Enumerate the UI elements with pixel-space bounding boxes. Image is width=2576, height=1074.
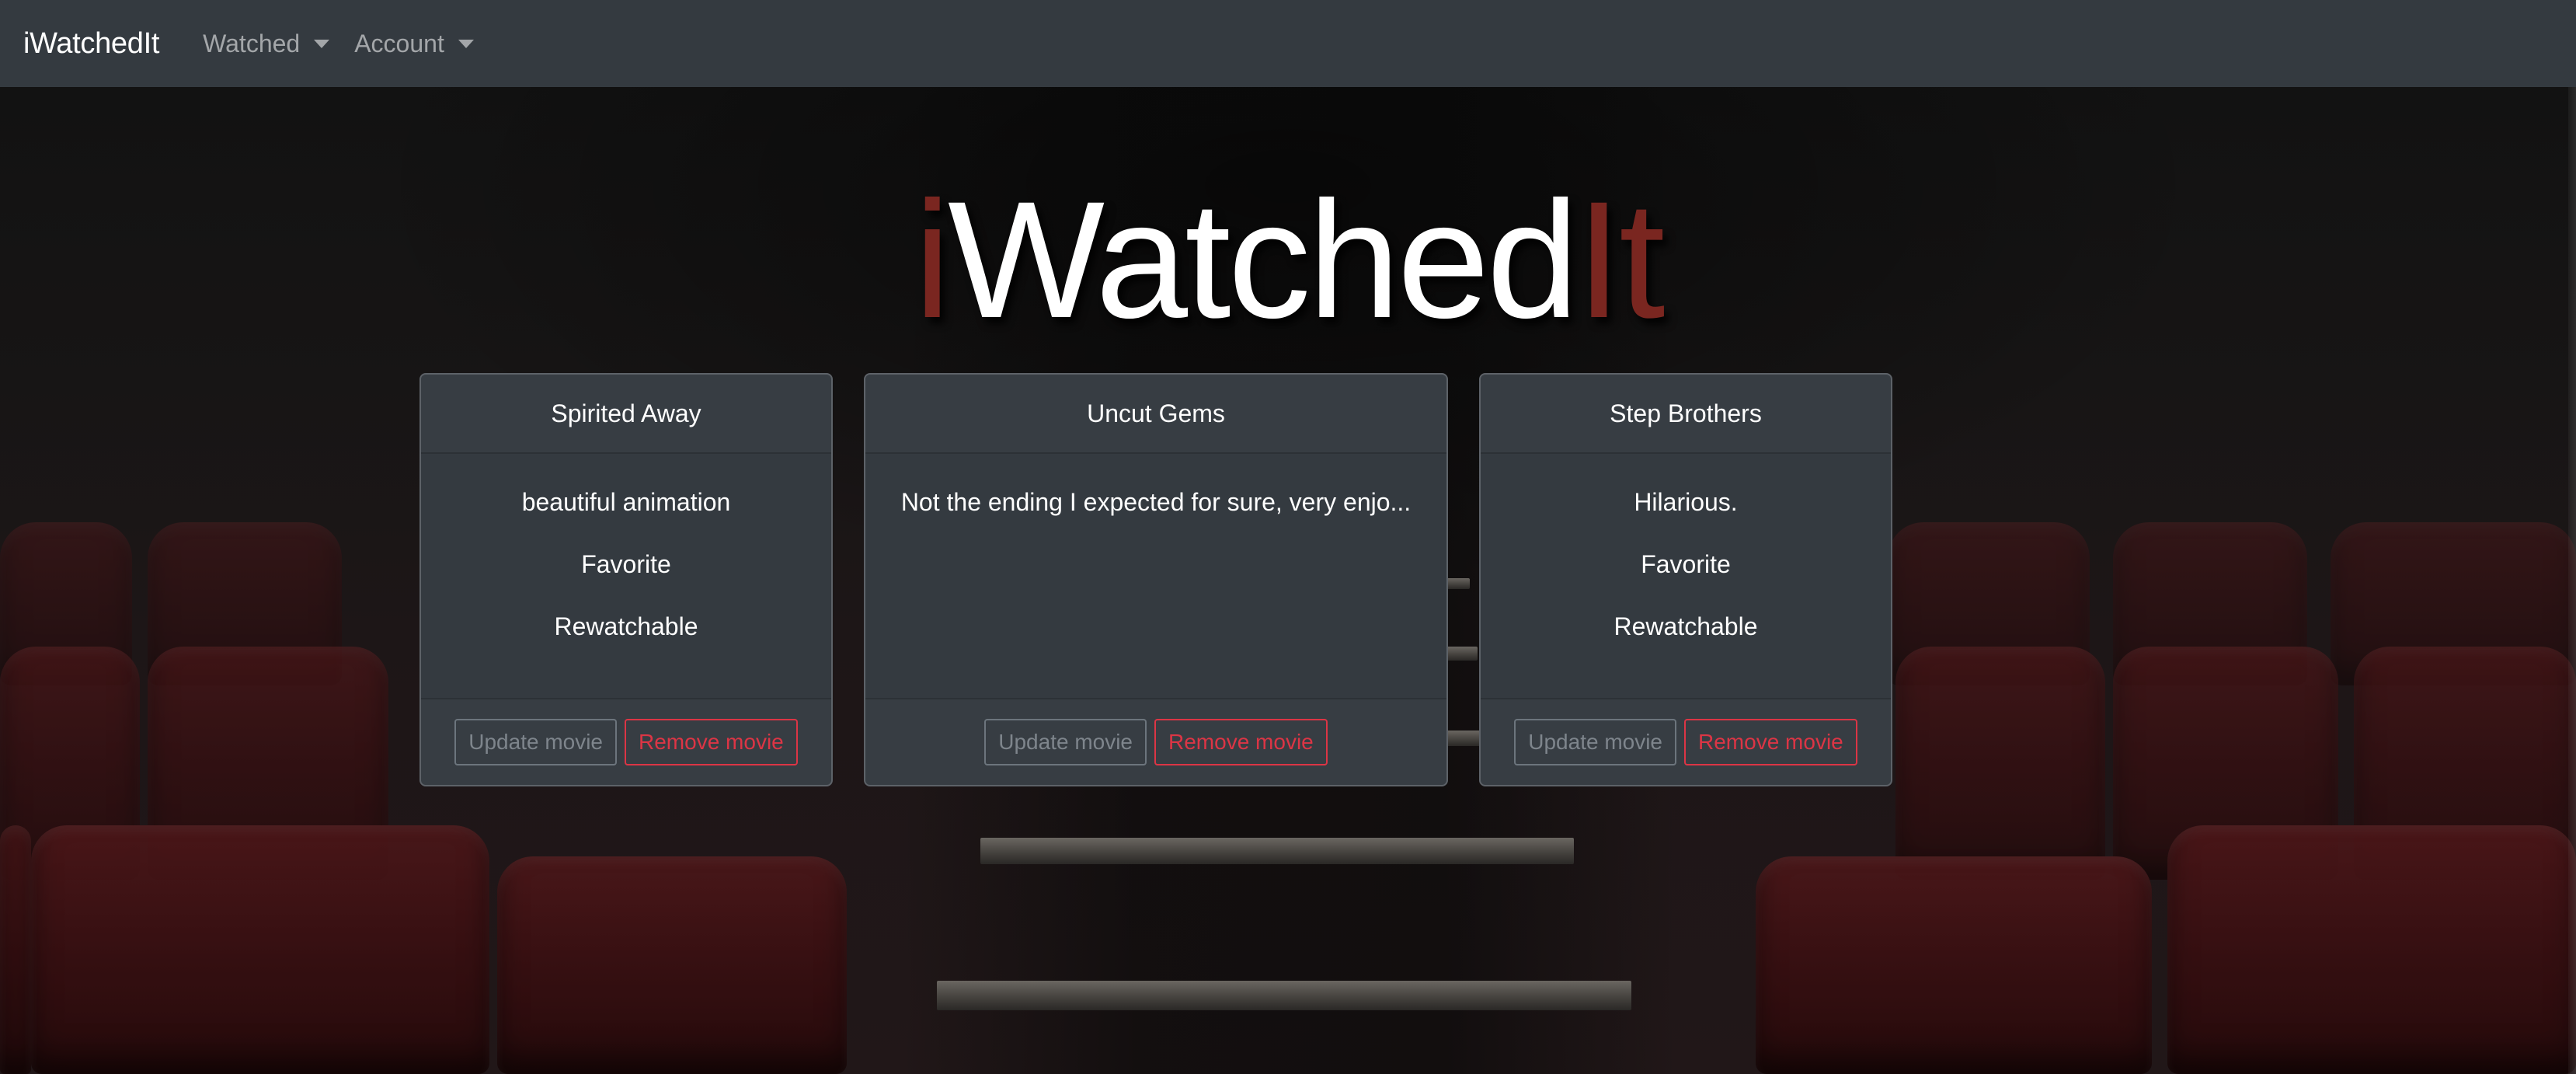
account-dropdown-toggle[interactable]: Account xyxy=(354,30,474,58)
navbar-brand-link[interactable]: iWatchedIt xyxy=(23,27,159,61)
caret-down-icon xyxy=(458,39,474,48)
movie-tag-favorite: Favorite xyxy=(1641,550,1731,578)
movie-review-text: Hilarious. xyxy=(1634,488,1738,516)
update-movie-button[interactable]: Update movie xyxy=(454,719,618,765)
movie-card-title: Step Brothers xyxy=(1481,375,1891,454)
hero-title: iWatchedIt xyxy=(0,177,2576,343)
update-movie-button[interactable]: Update movie xyxy=(1514,719,1677,765)
movie-card: Uncut Gems Not the ending I expected for… xyxy=(864,373,1448,786)
update-movie-button[interactable]: Update movie xyxy=(984,719,1147,765)
movie-tag-rewatchable: Rewatchable xyxy=(1613,612,1758,640)
movie-card-footer: Update movie Remove movie xyxy=(421,698,831,785)
aisle-step xyxy=(1446,578,1470,589)
aisle-step xyxy=(980,838,1574,864)
movie-card-title: Uncut Gems xyxy=(865,375,1446,454)
hero-title-accent-prefix: i xyxy=(914,167,951,353)
page: iWatchedIt Watched Account iWatchedIt Sp… xyxy=(0,0,2576,1074)
aisle-step xyxy=(1446,647,1478,661)
movie-card-footer: Update movie Remove movie xyxy=(865,698,1446,785)
remove-movie-button[interactable]: Remove movie xyxy=(1684,719,1857,765)
movie-tag-favorite: Favorite xyxy=(581,550,671,578)
movie-review-text: beautiful animation xyxy=(521,488,731,516)
account-dropdown-label: Account xyxy=(354,29,444,58)
page-scrollbar[interactable] xyxy=(2568,87,2576,1074)
movie-card-footer: Update movie Remove movie xyxy=(1481,698,1891,785)
hero-title-accent-suffix: It xyxy=(1575,167,1666,353)
aisle-step xyxy=(1446,731,1481,746)
movie-card-body: Hilarious. Favorite Rewatchable xyxy=(1481,454,1891,698)
navbar: iWatchedIt Watched Account xyxy=(0,0,2576,87)
watched-dropdown-toggle[interactable]: Watched xyxy=(203,29,330,58)
hero-title-middle: Watched xyxy=(948,167,1579,353)
movie-card: Spirited Away beautiful animation Favori… xyxy=(419,373,833,786)
movie-card: Step Brothers Hilarious. Favorite Rewatc… xyxy=(1479,373,1892,786)
watched-dropdown-label: Watched xyxy=(203,29,301,58)
remove-movie-button[interactable]: Remove movie xyxy=(1154,719,1328,765)
movie-card-body: Not the ending I expected for sure, very… xyxy=(865,454,1446,698)
aisle-step xyxy=(937,981,1631,1010)
movie-tag-rewatchable: Rewatchable xyxy=(554,612,698,640)
movie-card-title: Spirited Away xyxy=(421,375,831,454)
caret-down-icon xyxy=(314,39,330,48)
remove-movie-button[interactable]: Remove movie xyxy=(625,719,798,765)
movie-card-body: beautiful animation Favorite Rewatchable xyxy=(421,454,831,698)
movie-review-text: Not the ending I expected for sure, very… xyxy=(900,488,1412,516)
